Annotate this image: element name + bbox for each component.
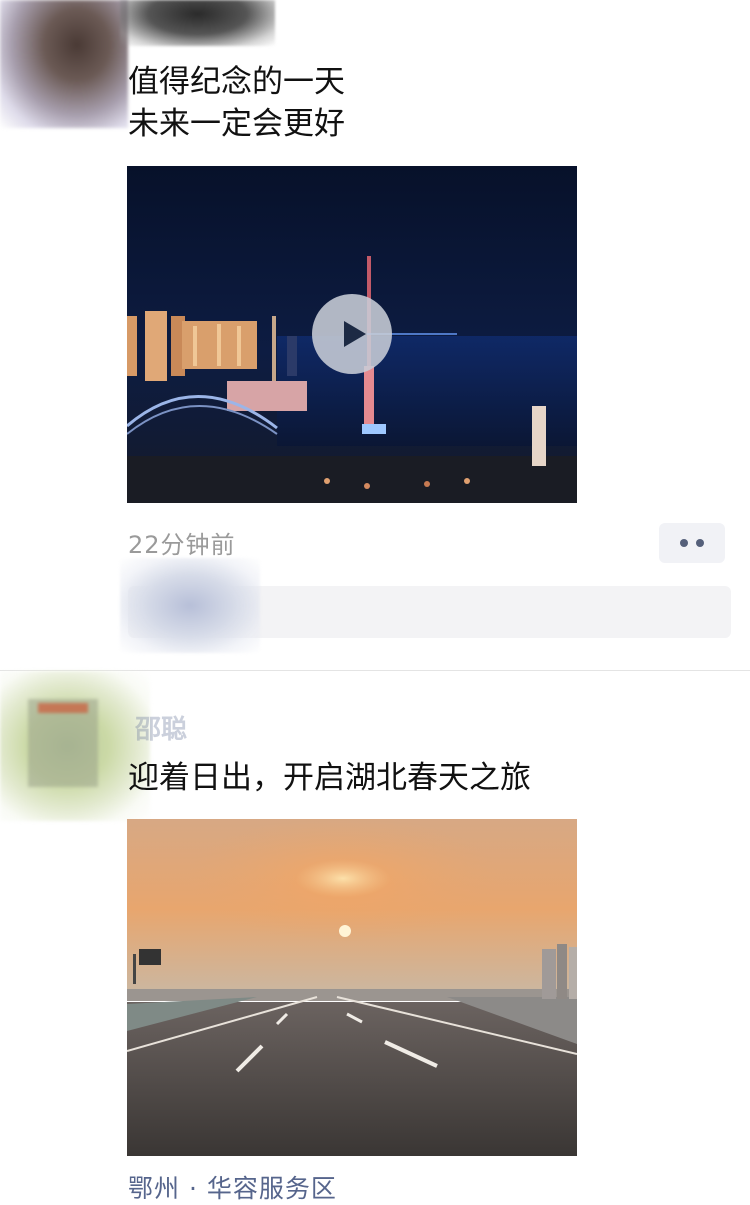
moment-post-2: 邵聪 迎着日出，开启湖北春天之旅 鄂州 · 华容服务区 [0,671,750,1205]
avatar[interactable] [0,0,128,128]
photo-thumbnail[interactable] [127,819,577,1156]
avatar-accent [38,703,88,713]
location-link[interactable]: 鄂州 · 华容服务区 [128,1169,337,1205]
sunrise-highway-scene [127,819,577,1156]
more-dots-icon [696,539,704,547]
more-dots-icon [680,539,688,547]
post-text: 迎着日出，开启湖北春天之旅 [128,760,531,796]
more-actions-button[interactable] [659,523,725,563]
author-name[interactable]: 邵聪 [135,709,187,746]
post-text-line-2: 未来一定会更好 [128,106,345,142]
play-button[interactable] [312,294,392,374]
blurred-liker-avatar [120,558,260,653]
post-timestamp: 22分钟前 [128,531,236,559]
moment-post-1: 值得纪念的一天 未来一定会更好 22分钟前 [0,0,750,670]
video-thumbnail[interactable] [127,166,577,503]
play-icon [344,321,366,347]
post-text: 值得纪念的一天 未来一定会更好 [128,61,345,145]
post-text-line-1: 值得纪念的一天 [128,64,345,100]
blurred-name-area [120,0,275,46]
